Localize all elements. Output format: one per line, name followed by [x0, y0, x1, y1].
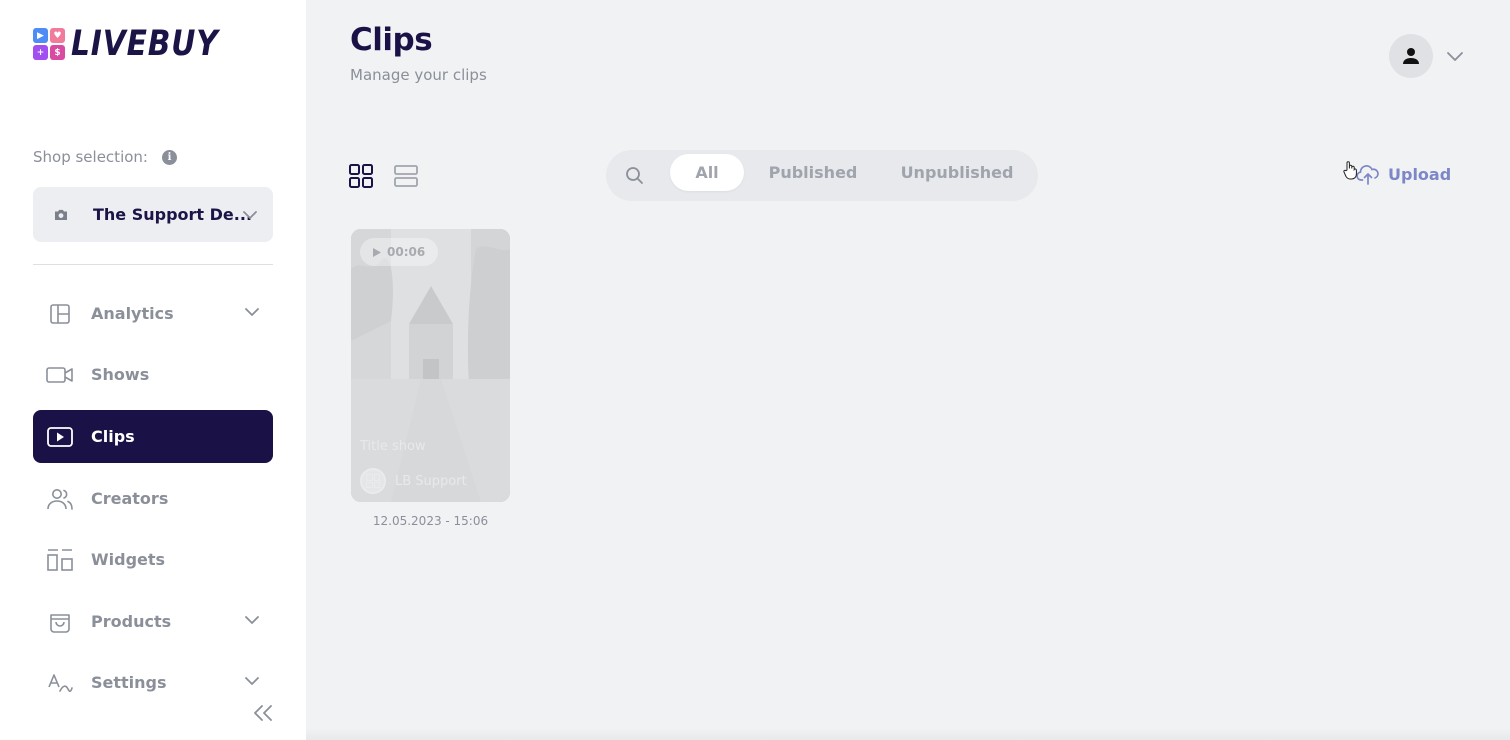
clip-date: 12.05.2023 - 15:06	[372, 514, 489, 528]
sidebar-item-label: Creators	[91, 489, 169, 508]
video-camera-icon	[46, 361, 74, 389]
clip-title: Title show	[360, 439, 426, 454]
author-avatar	[360, 468, 386, 494]
camera-icon	[55, 209, 67, 220]
bottom-shadow	[306, 728, 1510, 740]
widgets-icon	[46, 546, 74, 574]
sidebar-divider	[33, 264, 273, 265]
sidebar-item-widgets[interactable]: Widgets	[33, 533, 273, 586]
hand-cursor-icon	[1343, 161, 1357, 180]
info-icon[interactable]: i	[161, 149, 177, 165]
collapse-sidebar-icon[interactable]	[250, 700, 276, 726]
chevron-down-icon[interactable]	[243, 672, 261, 690]
shop-name: The Support De...	[93, 205, 253, 224]
clip-filter-bar: All Published Unpublished	[606, 150, 1038, 201]
sidebar-item-creators[interactable]: Creators	[33, 472, 273, 525]
chevron-down-icon	[243, 211, 257, 219]
user-icon	[1403, 48, 1419, 64]
sidebar-item-label: Analytics	[91, 304, 174, 323]
livebuy-logo[interactable]: ▶ ♥ + $ LIVEBUY	[33, 26, 245, 62]
sidebar-item-clips[interactable]: Clips	[33, 410, 273, 463]
sidebar-item-label: Shows	[91, 365, 150, 384]
shopping-bag-icon	[46, 608, 74, 636]
sidebar-item-analytics[interactable]: Analytics	[33, 287, 273, 340]
users-icon	[46, 485, 74, 513]
sidebar-item-label: Products	[91, 612, 172, 631]
sidebar: ▶ ♥ + $ LIVEBUY Shop selection: i The Su…	[0, 0, 306, 740]
filter-tab-unpublished[interactable]: Unpublished	[888, 154, 1026, 191]
translate-icon	[46, 669, 74, 697]
sidebar-item-label: Clips	[91, 427, 135, 446]
chevron-down-icon[interactable]	[243, 611, 261, 629]
analytics-icon	[46, 300, 74, 328]
sidebar-item-products[interactable]: Products	[33, 595, 273, 648]
sidebar-item-shows[interactable]: Shows	[33, 348, 273, 401]
logo-mark-icon: ▶ ♥ + $	[33, 28, 65, 60]
sidebar-item-label: Settings	[91, 673, 167, 692]
thumbnail-overlay	[351, 229, 510, 502]
sidebar-item-settings[interactable]: Settings	[33, 656, 273, 709]
chevron-down-icon[interactable]	[243, 303, 261, 321]
upload-label: Upload	[1388, 164, 1452, 184]
shop-selector-dropdown[interactable]: The Support De...	[33, 187, 273, 242]
page-title: Clips	[350, 22, 433, 58]
play-clip-icon	[46, 423, 74, 451]
play-icon	[373, 247, 381, 257]
upload-button[interactable]: Upload	[1356, 163, 1451, 185]
clip-card[interactable]: 00:06 Title show LB Support	[351, 229, 510, 502]
sidebar-item-label: Widgets	[91, 550, 166, 569]
grid-view-icon[interactable]	[348, 163, 374, 189]
search-icon[interactable]	[624, 165, 645, 186]
clip-author: LB Support	[360, 468, 467, 494]
filter-tab-all[interactable]: All	[670, 154, 744, 191]
user-avatar[interactable]	[1389, 34, 1433, 78]
cloud-upload-icon	[1356, 165, 1379, 185]
shop-selection-label: Shop selection: i	[33, 148, 177, 166]
logo-text: LIVEBUY	[71, 24, 219, 64]
duration-badge: 00:06	[360, 238, 439, 266]
list-view-icon[interactable]	[393, 163, 419, 189]
page-subtitle: Manage your clips	[350, 66, 487, 84]
chevron-down-icon[interactable]	[1445, 47, 1465, 65]
filter-tab-published[interactable]: Published	[758, 154, 868, 191]
